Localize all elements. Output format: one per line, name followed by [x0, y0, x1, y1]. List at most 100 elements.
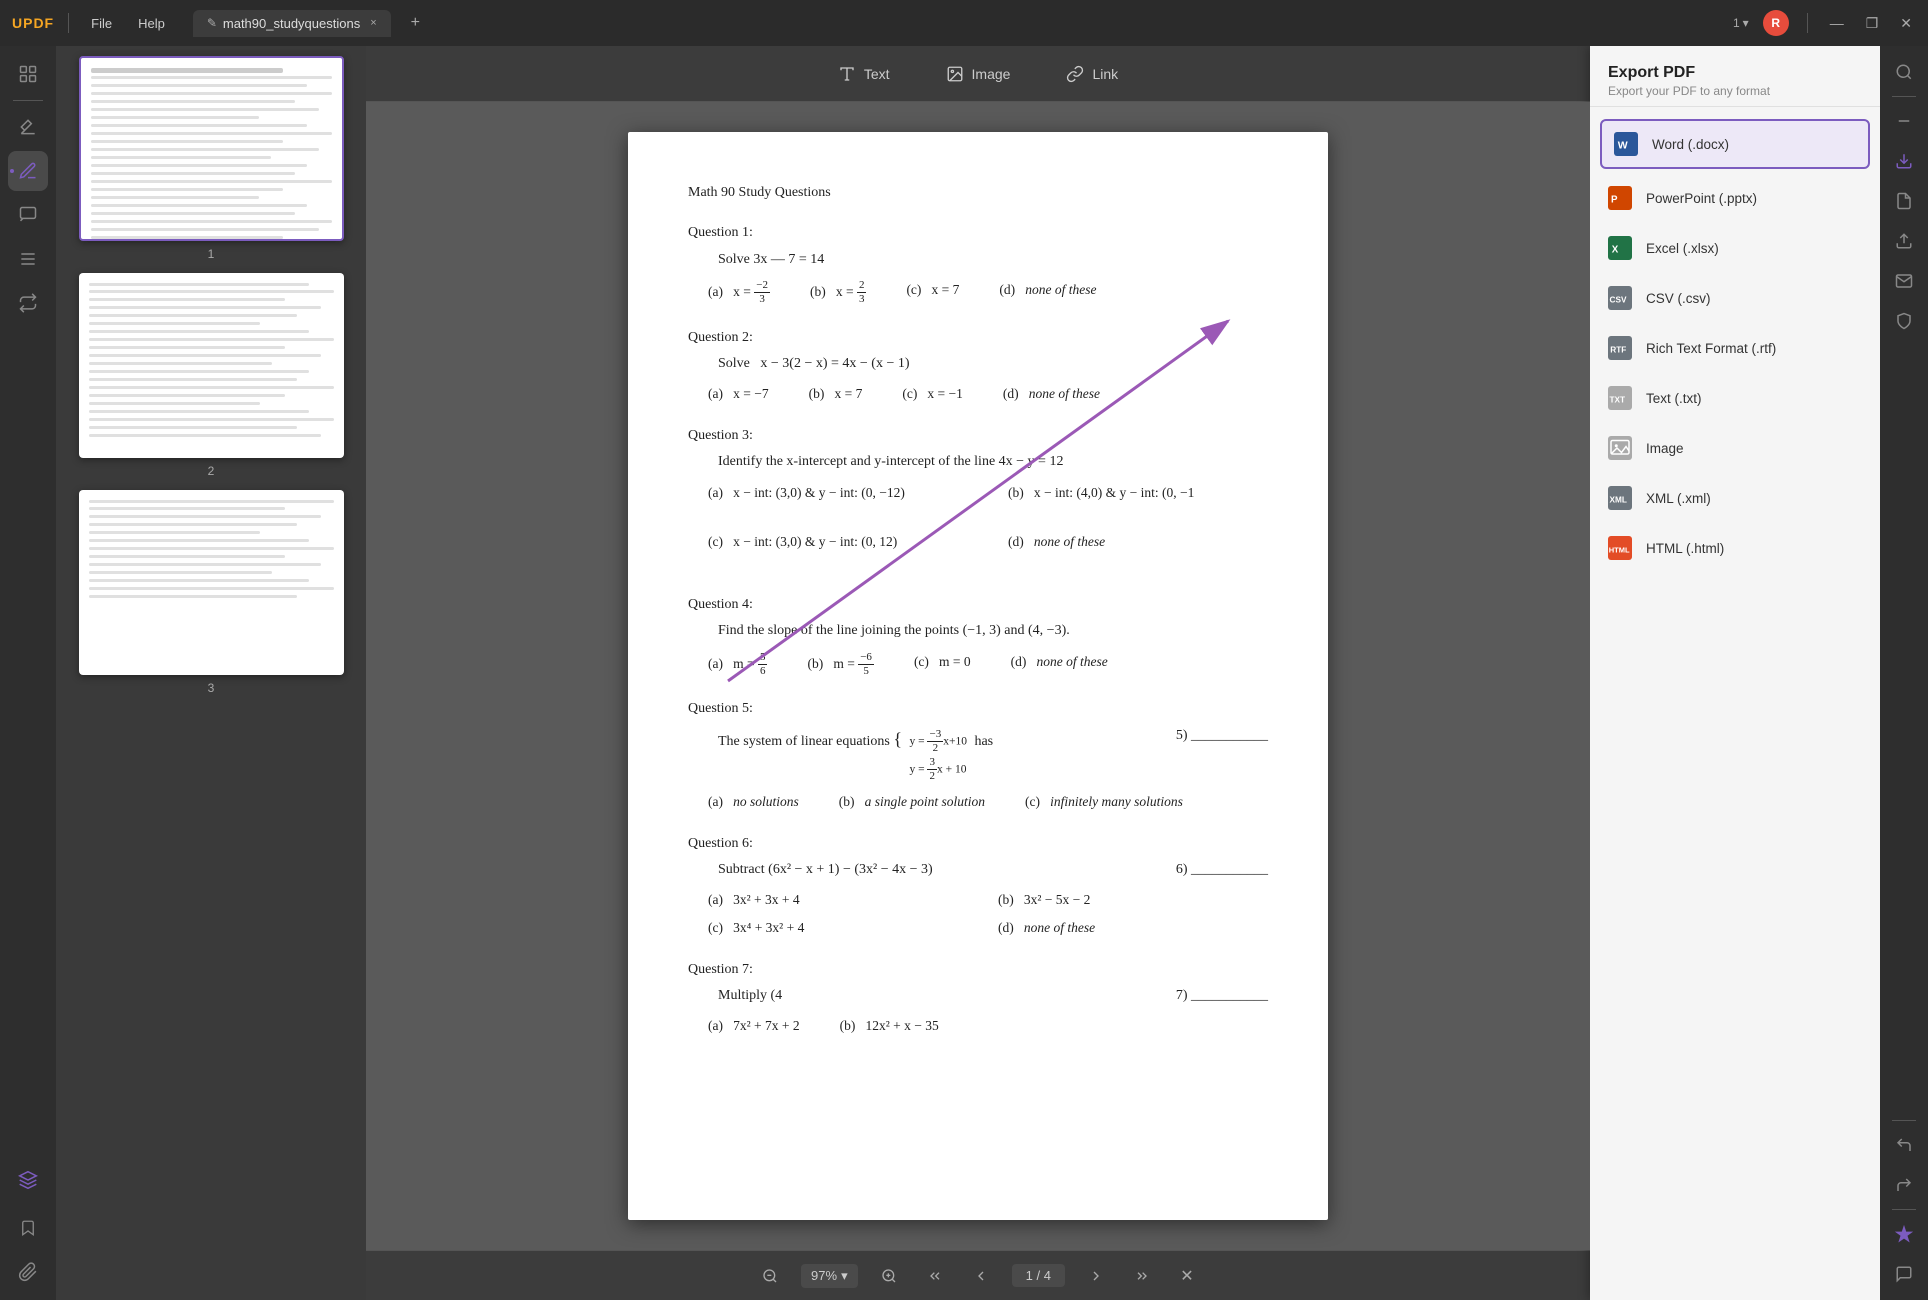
rab-mail-button[interactable]: [1886, 263, 1922, 299]
q1-opt-a: (a) x = −23: [708, 279, 770, 306]
active-indicator: [10, 169, 14, 173]
export-item-excel[interactable]: X Excel (.xlsx): [1590, 223, 1880, 273]
image-tool-button[interactable]: Image: [918, 55, 1039, 93]
q7-title: Question 7:: [688, 959, 1268, 981]
rab-upload-button[interactable]: [1886, 223, 1922, 259]
q2-prompt: Solve x − 3(2 − x) = 4x − (x − 1): [718, 353, 1268, 375]
rab-undo-button[interactable]: [1886, 1127, 1922, 1163]
rab-divider3: [1892, 1209, 1916, 1210]
rab-redo-button[interactable]: [1886, 1167, 1922, 1203]
image-export-icon: [1606, 434, 1634, 462]
thumbnail-page-1[interactable]: [79, 56, 344, 241]
thumb-line: [91, 172, 296, 175]
thumb-line: [89, 283, 310, 286]
sidebar-item-convert[interactable]: [8, 283, 48, 323]
new-tab-button[interactable]: +: [407, 10, 424, 36]
thumbnail-panel: 1: [56, 46, 366, 1300]
export-item-ppt[interactable]: P PowerPoint (.pptx): [1590, 173, 1880, 223]
rab-pdf-button[interactable]: [1886, 183, 1922, 219]
minimize-button[interactable]: —: [1826, 13, 1848, 33]
export-item-ppt-label: PowerPoint (.pptx): [1646, 191, 1757, 206]
link-tool-button[interactable]: Link: [1038, 55, 1146, 93]
q3-options-row2: (c) x − int: (3,0) & y − int: (0, 12) (d…: [708, 531, 1268, 574]
rab-secure-button[interactable]: [1886, 303, 1922, 339]
q7-opt-a: (a) 7x² + 7x + 2: [708, 1015, 800, 1037]
q5-opt-b: (b) a single point solution: [839, 791, 985, 813]
q6-prompt: Subtract (6x² − x + 1) − (3x² − 4x − 3) …: [718, 859, 1268, 881]
sidebar-item-edit[interactable]: [8, 151, 48, 191]
first-page-button[interactable]: [920, 1261, 950, 1291]
export-item-txt[interactable]: TXT Text (.txt): [1590, 373, 1880, 423]
q7-opt-b: (b) 12x² + x − 35: [840, 1015, 939, 1037]
thumb-line: [89, 531, 261, 534]
page-display[interactable]: 1 / 4: [1012, 1264, 1065, 1287]
thumb-line: [89, 378, 297, 381]
q1-prompt: Solve 3x — 7 = 14: [718, 249, 1268, 271]
rab-export-button[interactable]: [1886, 143, 1922, 179]
tab-close-icon[interactable]: ×: [370, 17, 376, 29]
thumb-line: [89, 298, 285, 301]
file-menu[interactable]: File: [83, 12, 120, 35]
zoom-display[interactable]: 97% ▾: [801, 1264, 858, 1288]
q2-opt-c: (c) x = −1: [902, 383, 963, 405]
word-icon: W: [1612, 130, 1640, 158]
last-page-button[interactable]: [1127, 1261, 1157, 1291]
rab-magic-button[interactable]: [1886, 1216, 1922, 1252]
rab-search-button[interactable]: [1886, 54, 1922, 90]
sidebar-item-bookmark[interactable]: [8, 1208, 48, 1248]
close-button[interactable]: ✕: [1896, 13, 1916, 34]
sidebar-item-highlight[interactable]: [8, 107, 48, 147]
pdf-viewer[interactable]: Math 90 Study Questions Question 1: Solv…: [366, 102, 1590, 1250]
csv-icon: CSV: [1606, 284, 1634, 312]
text-tool-button[interactable]: Text: [810, 55, 918, 93]
svg-text:W: W: [1618, 140, 1628, 152]
thumbnail-item-2[interactable]: 2: [66, 273, 356, 478]
thumb-line: [89, 330, 310, 333]
page-total: 4: [1044, 1268, 1051, 1283]
export-item-csv[interactable]: CSV CSV (.csv): [1590, 273, 1880, 323]
help-menu[interactable]: Help: [130, 12, 173, 35]
maximize-button[interactable]: ❐: [1862, 13, 1883, 34]
rab-minus-button[interactable]: [1886, 103, 1922, 139]
thumb-line: [91, 196, 260, 199]
thumb-line: [91, 148, 320, 151]
prev-page-button[interactable]: [966, 1261, 996, 1291]
zoom-out-button[interactable]: [755, 1261, 785, 1291]
thumbnail-label-2: 2: [208, 464, 215, 478]
sidebar-item-organize[interactable]: [8, 239, 48, 279]
sidebar-item-attachment[interactable]: [8, 1252, 48, 1292]
thumbnail-item-1[interactable]: 1: [66, 56, 356, 261]
q2-options: (a) x = −7 (b) x = 7 (c) x = −1 (d) none…: [708, 383, 1268, 405]
thumb-line: [89, 434, 322, 437]
zoom-dropdown-icon: ▾: [841, 1268, 848, 1284]
thumb-line: [89, 306, 322, 309]
thumb-line: [91, 212, 296, 215]
question-5: Question 5: The system of linear equatio…: [688, 698, 1268, 812]
sidebar-item-comment[interactable]: [8, 195, 48, 235]
zoom-in-button[interactable]: [874, 1261, 904, 1291]
export-item-html[interactable]: HTML HTML (.html): [1590, 523, 1880, 573]
thumbnail-page-3[interactable]: [79, 490, 344, 675]
text-tool-label: Text: [864, 66, 890, 82]
rab-chat-button[interactable]: [1886, 1256, 1922, 1292]
thumb-line: [89, 555, 285, 558]
thumbnail-item-3[interactable]: 3: [66, 490, 356, 695]
thumb-line: [89, 314, 297, 317]
active-tab[interactable]: ✎ math90_studyquestions ×: [193, 10, 391, 37]
q4-opt-d: (d) none of these: [1011, 651, 1108, 678]
sidebar-item-pages[interactable]: [8, 54, 48, 94]
sidebar-item-layers[interactable]: [8, 1160, 48, 1200]
version-selector[interactable]: 1 ▾: [1733, 16, 1749, 30]
export-item-xml[interactable]: XML XML (.xml): [1590, 473, 1880, 523]
user-avatar[interactable]: R: [1763, 10, 1789, 36]
next-page-button[interactable]: [1081, 1261, 1111, 1291]
thumbnail-page-2[interactable]: [79, 273, 344, 458]
export-item-image[interactable]: Image: [1590, 423, 1880, 473]
close-panel-button[interactable]: ✕: [1173, 1262, 1201, 1290]
question-7: Question 7: Multiply (4 7) ___________ (…: [688, 959, 1268, 1037]
titlebar-controls: 1 ▾ R — ❐ ✕: [1733, 10, 1916, 36]
export-item-rtf[interactable]: RTF Rich Text Format (.rtf): [1590, 323, 1880, 373]
q4-prompt: Find the slope of the line joining the p…: [718, 620, 1268, 642]
thumb-line: [91, 204, 308, 207]
export-item-word[interactable]: W Word (.docx): [1600, 119, 1870, 169]
